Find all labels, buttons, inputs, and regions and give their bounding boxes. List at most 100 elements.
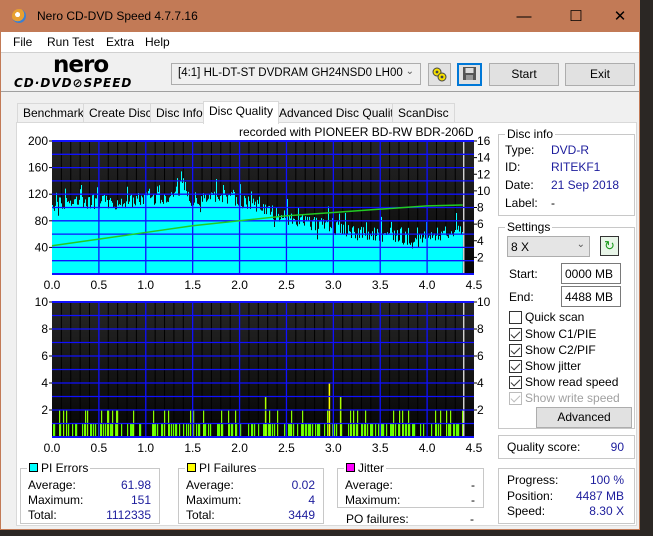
show-c1-pie-label: Show C1/PIE xyxy=(525,327,597,341)
save-icon xyxy=(463,67,476,80)
x-tick-label: 4.0 xyxy=(419,441,436,455)
x-tick-label: 1.5 xyxy=(184,441,201,455)
pi-failure-bar xyxy=(348,423,350,437)
tab-disc-quality[interactable]: Disc Quality xyxy=(203,101,280,124)
toolbar: nero CD·DVD⊘SPEED [4:1] HL-DT-ST DVDRAM … xyxy=(1,52,639,92)
pi-failures-legend: PI Failures xyxy=(185,461,259,475)
settings-group: Settings 8 X ⌄ ↻ Start: 0000 MB End: 448… xyxy=(498,220,635,429)
x-tick-label: 0.5 xyxy=(91,441,108,455)
tab-create-disc[interactable]: Create Disc xyxy=(83,103,158,123)
start-button[interactable]: Start xyxy=(489,63,559,86)
y2-tick-label: 14 xyxy=(477,151,491,165)
start-label: Start: xyxy=(509,267,538,281)
pi-failure-bar xyxy=(303,423,305,437)
quality-score-group: Quality score: 90 xyxy=(498,435,635,459)
settings-legend: Settings xyxy=(505,220,553,234)
menu-file[interactable]: File xyxy=(13,35,32,49)
po-failures-label: PO failures: xyxy=(346,512,409,526)
pi-failure-bar xyxy=(127,423,129,437)
app-window: Nero CD-DVD Speed 4.7.7.16 — ☐ ✕ File Ru… xyxy=(0,0,640,530)
close-button[interactable]: ✕ xyxy=(597,1,643,32)
pi-failure-bar xyxy=(162,423,164,437)
end-label: End: xyxy=(509,290,534,304)
pi-failures-average-value: 0.02 xyxy=(291,478,315,492)
nero-logo: nero xyxy=(53,52,109,78)
pi-failure-bar xyxy=(423,423,425,437)
pi-failure-bar xyxy=(91,423,93,437)
exit-button[interactable]: Exit xyxy=(565,63,635,86)
pi-failure-bar xyxy=(375,423,377,437)
pi-errors-average-label: Average: xyxy=(28,478,76,492)
x-tick-label: 4.5 xyxy=(466,441,483,455)
end-input[interactable]: 4488 MB xyxy=(561,286,621,307)
menu-run-test[interactable]: Run Test xyxy=(47,35,94,49)
tab-disc-info[interactable]: Disc Info xyxy=(150,103,209,123)
menu-help[interactable]: Help xyxy=(145,35,170,49)
jitter-average-value: - xyxy=(471,478,475,492)
y-tick-label: 80 xyxy=(35,214,49,228)
window-title: Nero CD-DVD Speed 4.7.7.16 xyxy=(37,9,198,23)
pi-failure-bar xyxy=(173,423,175,437)
pi-errors-group: PI Errors Average: 61.98 Maximum: 151 To… xyxy=(20,461,160,524)
drive-properties-button[interactable] xyxy=(428,63,451,86)
show-read-speed-box[interactable] xyxy=(509,376,522,389)
show-c2-pif-label: Show C2/PIF xyxy=(525,343,596,357)
jitter-swatch xyxy=(346,463,355,472)
chevron-down-icon: ⌄ xyxy=(405,66,414,77)
pi-failure-bar xyxy=(334,423,336,437)
pi-errors-maximum-label: Maximum: xyxy=(28,493,84,507)
advanced-button[interactable]: Advanced xyxy=(536,407,632,428)
quality-score-value: 90 xyxy=(610,440,624,454)
pi-failure-bar xyxy=(258,423,260,437)
show-c1-pie-box[interactable] xyxy=(509,328,522,341)
pi-failure-bar xyxy=(72,423,74,437)
drive-select[interactable]: [4:1] HL-DT-ST DVDRAM GH24NSD0 LH00 ⌄ xyxy=(171,63,421,85)
x-tick-label: 2.5 xyxy=(278,441,295,455)
show-c2-pif-box[interactable] xyxy=(509,344,522,357)
pi-failure-bar xyxy=(186,423,188,437)
pi-failures-maximum-value: 4 xyxy=(308,493,315,507)
minimize-button[interactable]: — xyxy=(501,1,547,32)
y2-tick-label: 10 xyxy=(477,295,491,309)
maximize-button[interactable]: ☐ xyxy=(553,1,599,32)
pi-failure-bar xyxy=(436,423,438,437)
y-tick-label: 6 xyxy=(41,349,48,363)
pi-failures-group: PI Failures Average: 0.02 Maximum: 4 Tot… xyxy=(178,461,324,524)
position-value: 4487 MB xyxy=(575,489,624,503)
save-button[interactable] xyxy=(457,63,482,86)
refresh-icon: ↻ xyxy=(604,238,615,253)
y-tick-label: 4 xyxy=(41,376,48,390)
refresh-speed-button[interactable]: ↻ xyxy=(600,236,619,256)
show-jitter-box[interactable] xyxy=(509,360,522,373)
pi-failure-bar xyxy=(386,423,388,437)
pi-failure-bar xyxy=(367,423,369,437)
y2-tick-label: 6 xyxy=(477,349,484,363)
disc-id-value: RITEKF1 xyxy=(551,160,601,174)
quick-scan-box[interactable] xyxy=(509,311,522,324)
pi-failures-swatch xyxy=(187,463,196,472)
show-read-speed-label: Show read speed xyxy=(525,375,619,389)
y2-tick-label: 10 xyxy=(477,184,491,198)
pi-failure-peak xyxy=(264,396,267,437)
speed-select[interactable]: 8 X ⌄ xyxy=(507,236,590,257)
disc-info-legend: Disc info xyxy=(505,127,556,141)
pi-failures-chart: 0.0 0.5 1.0 1.5 2.0 2.5 3.0 3.5 4.0 4.5 2 4 6 8 10 2 4 6 8… xyxy=(35,295,491,455)
pi-failure-bar xyxy=(105,423,107,437)
x-tick-label: 2.0 xyxy=(231,441,248,455)
pi-failure-bar xyxy=(324,423,326,437)
pi-failure-bar xyxy=(312,423,314,437)
y2-tick-label: 4 xyxy=(477,234,484,248)
tab-benchmark[interactable]: Benchmark xyxy=(17,103,90,123)
menu-extra[interactable]: Extra xyxy=(106,35,134,49)
start-input[interactable]: 0000 MB xyxy=(561,263,621,284)
pi-failure-bar xyxy=(395,423,397,437)
pi-failure-bar xyxy=(306,423,308,437)
speed-label: Speed: xyxy=(507,504,546,518)
pi-failure-bar xyxy=(270,423,272,437)
drive-select-value: [4:1] HL-DT-ST DVDRAM GH24NSD0 LH00 xyxy=(178,67,403,79)
y-tick-label: 2 xyxy=(41,403,48,417)
pi-failure-bar xyxy=(315,423,317,437)
pi-failure-bar xyxy=(157,423,159,437)
tab-advanced-disc-quality[interactable]: Advanced Disc Quality xyxy=(273,103,406,123)
tab-scandisc[interactable]: ScanDisc xyxy=(392,103,455,123)
